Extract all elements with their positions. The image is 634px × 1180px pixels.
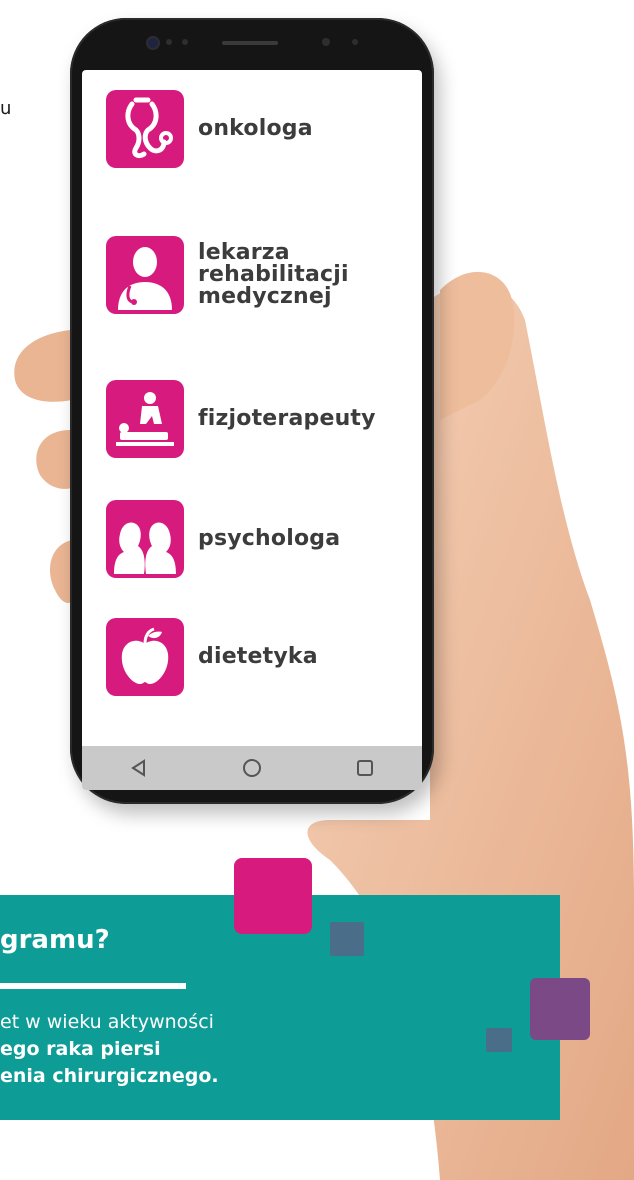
earpiece-speaker (222, 41, 278, 45)
smartphone: onkologa lekarza rehabilitacji medycznej (70, 18, 434, 804)
banner-text-line: ego raka piersi (0, 1038, 161, 1060)
recents-icon[interactable] (345, 748, 385, 788)
specialist-item-psychologist[interactable]: psychologa (106, 500, 340, 578)
sensor-dot (322, 38, 330, 46)
banner-divider (0, 983, 186, 989)
decorative-square-slate (330, 922, 364, 956)
specialist-label: psychologa (198, 526, 341, 551)
decorative-square-slate-small (486, 1028, 512, 1052)
physiotherapy-icon (106, 380, 184, 458)
apple-icon (106, 618, 184, 696)
banner-text: et w wieku aktywności ego raka piersi en… (0, 1009, 219, 1090)
specialist-item-physiotherapist[interactable]: fizjoterapeuty (106, 380, 376, 458)
banner-text-line: enia chirurgicznego. (0, 1065, 219, 1087)
specialist-label: lekarza rehabilitacji medycznej (198, 240, 349, 309)
specialist-item-dietitian[interactable]: dietetyka (106, 618, 318, 696)
specialist-item-oncologist[interactable]: onkologa (106, 90, 313, 168)
decorative-square-purple (530, 978, 590, 1040)
two-heads-icon (106, 500, 184, 578)
specialist-label: onkologa (198, 116, 313, 141)
banner-title: gramu? (0, 925, 110, 955)
specialist-label: dietetyka (198, 644, 318, 669)
doctor-icon (106, 236, 184, 314)
sensor-dot (166, 39, 172, 45)
front-camera-icon (146, 36, 160, 50)
decorative-square-pink (234, 858, 312, 934)
home-icon[interactable] (232, 748, 272, 788)
banner-text-line: et w wieku aktywności (0, 1011, 214, 1033)
sensor-dot (182, 39, 188, 45)
phone-top-bezel (70, 18, 434, 78)
specialist-item-rehab-doctor[interactable]: lekarza rehabilitacji medycznej (106, 236, 349, 314)
phone-screen: onkologa lekarza rehabilitacji medycznej (82, 70, 422, 790)
navigation-bar (82, 746, 422, 790)
back-icon[interactable] (119, 748, 159, 788)
specialist-label: fizjoterapeuty (198, 406, 376, 431)
sensor-dot (352, 39, 358, 45)
stethoscope-icon (106, 90, 184, 168)
